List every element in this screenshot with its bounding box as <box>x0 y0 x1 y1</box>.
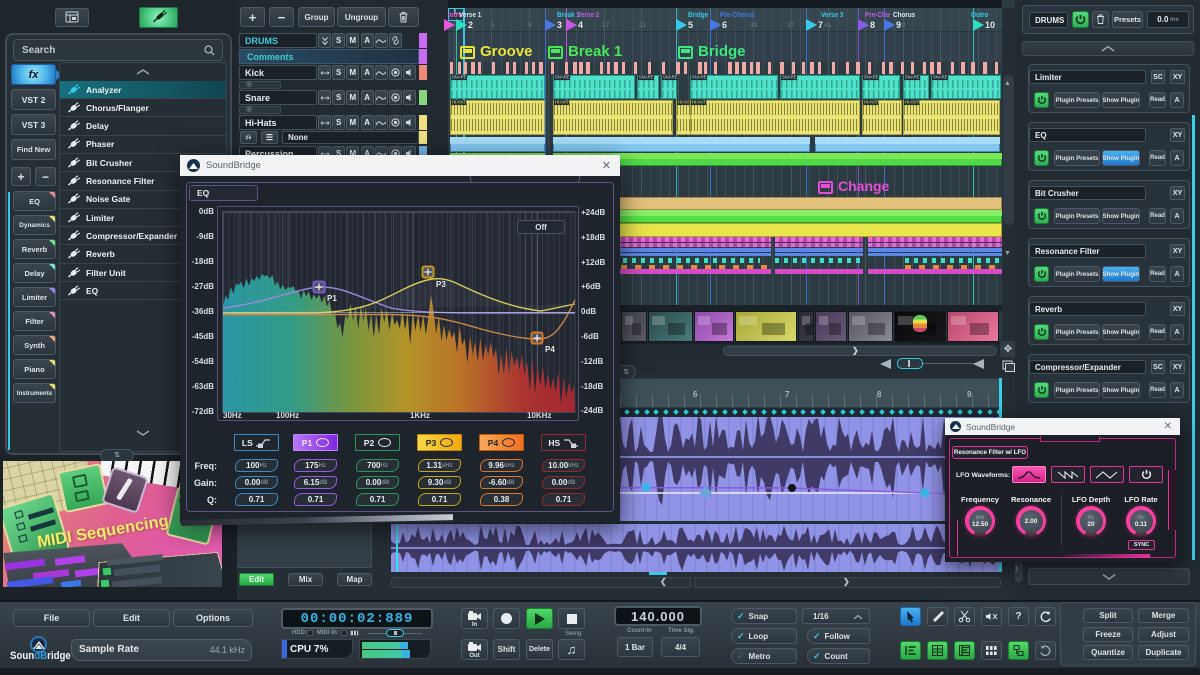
svg-text:P3: P3 <box>436 280 446 289</box>
svg-text:P1: P1 <box>327 294 337 303</box>
svg-text:P4: P4 <box>545 345 555 354</box>
